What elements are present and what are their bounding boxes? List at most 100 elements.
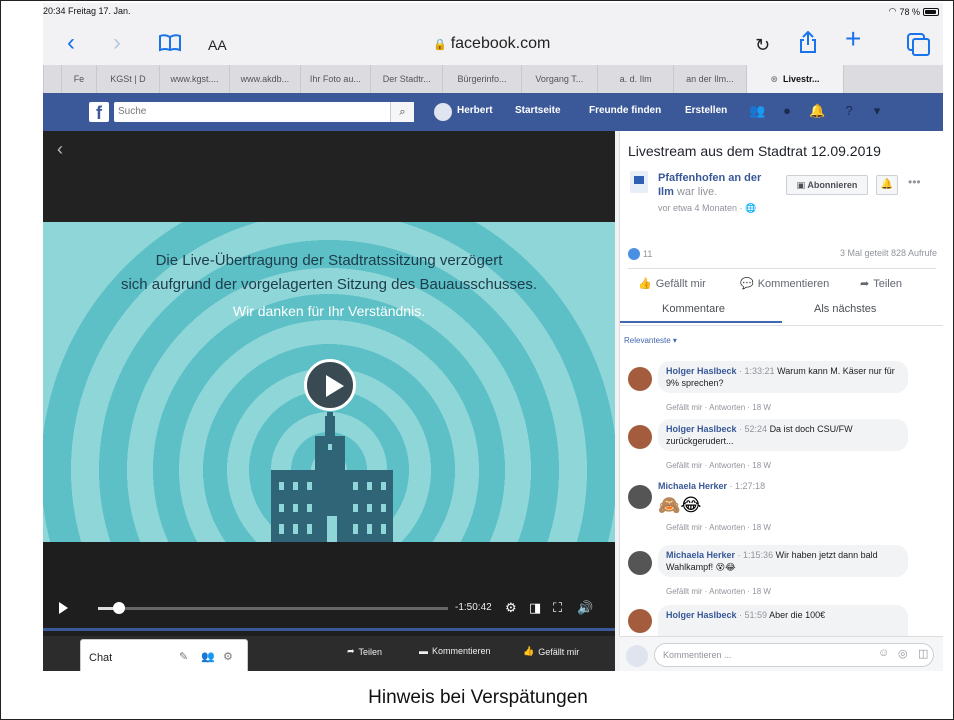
post-like-label: Gefällt mir [655, 277, 706, 290]
new-group-icon[interactable]: 👥 [201, 650, 215, 663]
comment-timestamp[interactable]: · 1:27:18 [727, 481, 766, 491]
tab-empty[interactable] [43, 65, 61, 93]
share-icon[interactable] [799, 30, 817, 59]
comment-composer: Kommentieren ... ☺ ◎ ◫ [620, 636, 943, 671]
avatar[interactable] [628, 367, 652, 391]
messenger-icon[interactable]: ● [779, 103, 795, 119]
tab-up-next[interactable]: Als nächstes [814, 303, 876, 315]
sort-dropdown[interactable]: Relevanteste ▾ [624, 336, 677, 345]
tab-item[interactable]: www.kgst.... [158, 65, 229, 93]
compose-icon[interactable]: ✎ [179, 650, 188, 663]
play-button[interactable] [304, 359, 356, 411]
post-share-button[interactable]: ➦ Teilen [860, 277, 902, 291]
tab-item[interactable]: www.akdb... [229, 65, 299, 93]
comment-author[interactable]: Holger Haslbeck [666, 366, 737, 376]
address-bar[interactable]: 🔒 facebook.com [433, 35, 550, 53]
search-input[interactable]: Suche [114, 102, 414, 122]
search-icon[interactable]: ⌕ [390, 102, 414, 122]
post-time-text[interactable]: vor etwa 4 Monaten · [658, 203, 745, 213]
comment-author[interactable]: Holger Haslbeck [666, 424, 737, 434]
tab-active[interactable]: ⊗ Livestr... [745, 65, 844, 93]
like-count: 11 [643, 249, 653, 259]
tab-item[interactable]: Bürgerinfo... [442, 65, 520, 93]
comment-meta[interactable]: Gefällt mir · Antworten · 18 W [666, 523, 771, 532]
comment-item: Holger Haslbeck · 51:59 Aber die 100€ [620, 603, 943, 636]
comment-timestamp[interactable]: · 1:15:36 [735, 550, 776, 560]
comment-meta[interactable]: Gefällt mir · Antworten · 18 W [666, 461, 771, 470]
reload-icon[interactable]: ↻ [755, 33, 770, 57]
chat-settings-icon[interactable]: ⚙ [223, 650, 233, 663]
avatar[interactable] [628, 609, 652, 633]
battery-icon [923, 7, 939, 16]
tabs-overview-icon[interactable] [907, 33, 930, 56]
comment-author[interactable]: Michaela Herker [666, 550, 735, 560]
divider [620, 325, 943, 326]
comment-author[interactable]: Holger Haslbeck [666, 610, 737, 620]
screenshot-frame: 20:34 Freitag 17. Jan. ◠ 78 % ‹ › AA 🔒 f… [0, 0, 954, 720]
video-back-icon[interactable]: ‹ [57, 139, 63, 160]
chat-tab[interactable]: Chat ✎ 👥 ⚙ [80, 639, 248, 671]
pip-icon[interactable]: ◨ [529, 600, 541, 616]
friend-requests-icon[interactable]: 👥 [749, 103, 765, 119]
tab-item[interactable]: Fe [60, 65, 96, 93]
tab-comments[interactable]: Kommentare [662, 303, 725, 315]
notifications-icon[interactable]: 🔔 [809, 103, 825, 119]
tab-item[interactable]: Der Stadtr... [370, 65, 442, 93]
facebook-logo-icon[interactable]: f [89, 102, 109, 123]
tab-item[interactable]: Ihr Foto au... [299, 65, 370, 93]
avatar[interactable] [628, 425, 652, 449]
video-player[interactable]: ‹ Die Live-Übertragung der Stadtratssitz… [43, 131, 615, 671]
close-tab-icon[interactable]: ⊗ [770, 74, 778, 85]
comment-meta[interactable]: Gefällt mir · Antworten · 18 W [666, 587, 771, 596]
page-logo-icon[interactable] [630, 171, 648, 193]
was-live-text: war live. [676, 186, 718, 198]
new-tab-icon[interactable]: + [845, 25, 861, 53]
notify-bell-icon[interactable]: 🔔 [876, 175, 898, 195]
poster-line-1: Die Live-Übertragung der Stadtratssitzun… [155, 252, 503, 269]
comment-input[interactable]: Kommentieren ... [654, 643, 934, 667]
nav-find-friends[interactable]: Freunde finden [589, 105, 661, 116]
like-button[interactable]: 👍 Gefällt mir [523, 646, 579, 657]
post-comment-button[interactable]: 💬 Kommentieren [740, 277, 829, 291]
nav-profile[interactable]: Herbert [457, 105, 493, 116]
comment-button[interactable]: ▬ Kommentieren [419, 646, 491, 656]
camera-icon[interactable]: ◎ [898, 647, 908, 660]
video-poster: Die Live-Übertragung der Stadtratssitzun… [43, 222, 615, 542]
comment-author[interactable]: Michaela Herker [658, 481, 727, 491]
tab-item[interactable]: an der Ilm... [673, 65, 745, 93]
facebook-header: f Suche ⌕ Herbert Startseite Freunde fin… [43, 93, 943, 131]
reaction-count[interactable]: 11 [628, 248, 652, 260]
account-menu-icon[interactable]: ▾ [869, 103, 885, 119]
help-icon[interactable]: ? [841, 103, 857, 119]
emoji-icon[interactable]: ☺ [878, 647, 889, 659]
sticker-icon[interactable]: ◫ [918, 647, 928, 660]
nav-home[interactable]: Startseite [515, 105, 561, 116]
volume-icon[interactable]: 🔊 [577, 600, 593, 616]
settings-gear-icon[interactable]: ⚙ [505, 600, 517, 616]
fullscreen-icon[interactable]: ⛶ [553, 600, 562, 616]
avatar[interactable] [628, 485, 652, 509]
bookmarks-icon[interactable] [159, 34, 181, 58]
play-icon[interactable] [59, 602, 68, 614]
comment-timestamp[interactable]: · 1:33:21 [737, 366, 778, 376]
comment-meta[interactable]: Gefällt mir · Antworten · 18 W [666, 403, 771, 412]
share-outline-icon: ➦ [860, 278, 870, 290]
speech-bubble-icon: 💬 [740, 278, 754, 290]
avatar[interactable] [628, 551, 652, 575]
more-options-icon[interactable]: ••• [908, 175, 921, 189]
text-size-button[interactable]: AA [208, 37, 227, 53]
tab-item[interactable]: Vorgang T... [520, 65, 597, 93]
post-like-button[interactable]: 👍 Gefällt mir [638, 277, 706, 291]
progress-track[interactable] [98, 607, 448, 610]
nav-create[interactable]: Erstellen [685, 105, 727, 116]
subscribe-button[interactable]: ▣ Abonnieren [786, 175, 868, 195]
comment-timestamp[interactable]: · 51:59 [737, 610, 770, 620]
progress-scrubber[interactable] [113, 602, 125, 614]
comment-timestamp[interactable]: · 52:24 [737, 424, 770, 434]
forward-icon[interactable]: › [113, 31, 121, 55]
avatar[interactable] [434, 103, 452, 121]
tab-item[interactable]: KGSt | D [96, 65, 159, 93]
share-button[interactable]: ➦ Teilen [347, 646, 382, 657]
tab-item[interactable]: a. d. Ilm [596, 65, 673, 93]
back-icon[interactable]: ‹ [67, 31, 75, 55]
